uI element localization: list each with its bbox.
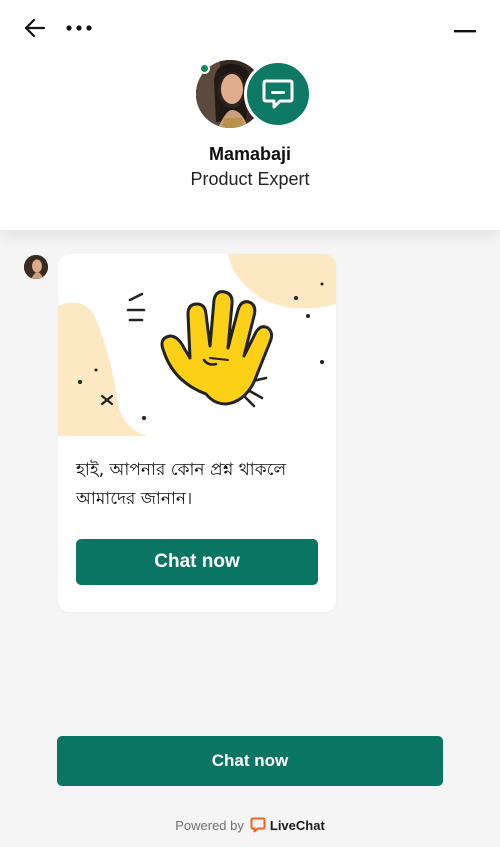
livechat-link[interactable]: LiveChat — [250, 817, 325, 833]
card-chat-now-button[interactable]: Chat now — [76, 539, 318, 585]
chat-bubble-icon — [262, 79, 294, 109]
livechat-logo-icon — [250, 817, 266, 833]
message-agent-avatar — [24, 255, 48, 279]
chat-header: Mamabaji Product Expert — [0, 0, 500, 230]
powered-by-footer: Powered by LiveChat — [0, 817, 500, 833]
minimize-button[interactable] — [448, 18, 482, 46]
waving-hand-icon — [58, 254, 336, 436]
livechat-brand-name: LiveChat — [269, 817, 325, 833]
more-horizontal-icon — [66, 25, 92, 31]
more-options-button[interactable] — [62, 14, 96, 42]
powered-by-label: Powered by — [175, 817, 244, 833]
agent-role: Product Expert — [190, 169, 310, 189]
welcome-message-card: হাই, আপনার কোন প্রশ্ন থাকলে আমাদের জানান… — [58, 254, 336, 612]
brand-avatar — [244, 60, 312, 128]
minimize-icon — [454, 30, 476, 33]
arrow-left-icon — [24, 18, 46, 38]
chat-now-button[interactable]: Chat now — [57, 736, 443, 786]
online-status-indicator — [199, 63, 210, 74]
agent-name: Mamabaji — [208, 144, 292, 164]
avatar-group — [196, 60, 318, 132]
welcome-message-text: হাই, আপনার কোন প্রশ্ন থাকলে আমাদের জানান… — [76, 460, 287, 509]
back-button[interactable] — [20, 14, 50, 42]
